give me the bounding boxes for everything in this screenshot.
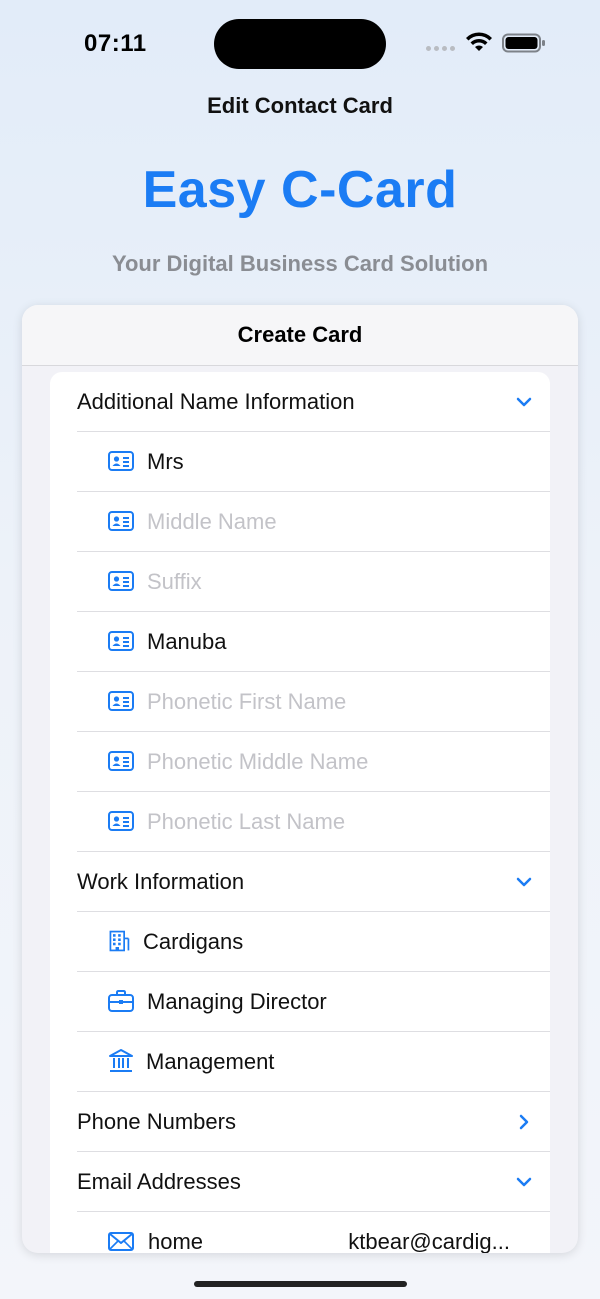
section-title: Email Addresses bbox=[77, 1169, 241, 1194]
field-phonetic-first-name[interactable]: Phonetic First Name bbox=[77, 672, 550, 732]
field-prefix[interactable]: Mrs bbox=[77, 432, 550, 492]
field-suffix[interactable]: Suffix bbox=[77, 552, 550, 612]
contact-card-icon bbox=[108, 511, 134, 531]
form-list[interactable]: Additional Name Information Mrs Middle N… bbox=[50, 372, 550, 1253]
app-brand-title: Easy C-Card bbox=[142, 161, 458, 219]
phonetic-last-placeholder: Phonetic Last Name bbox=[147, 809, 346, 834]
chevron-down-icon bbox=[516, 877, 532, 887]
section-work-information[interactable]: Work Information bbox=[77, 852, 550, 912]
contact-card-icon bbox=[108, 451, 134, 471]
section-phone-numbers[interactable]: Phone Numbers bbox=[77, 1092, 550, 1152]
contact-card-icon bbox=[108, 751, 134, 771]
briefcase-icon bbox=[108, 990, 134, 1012]
field-phonetic-last-name[interactable]: Phonetic Last Name bbox=[77, 792, 550, 852]
status-time: 07:11 bbox=[84, 30, 147, 57]
cellular-signal-icon bbox=[426, 46, 456, 52]
chevron-down-icon bbox=[516, 1177, 532, 1187]
email-row[interactable]: home ktbear@cardig... bbox=[77, 1212, 550, 1253]
field-middle-name[interactable]: Middle Name bbox=[77, 492, 550, 552]
section-title: Additional Name Information bbox=[77, 389, 355, 414]
field-nickname[interactable]: Manuba bbox=[77, 612, 550, 672]
contact-card-icon bbox=[108, 631, 134, 651]
chevron-down-icon bbox=[516, 397, 532, 407]
field-department[interactable]: Management bbox=[77, 1032, 550, 1092]
section-title: Work Information bbox=[77, 869, 245, 894]
create-card-sheet: Create Card Additional Name Information … bbox=[22, 305, 578, 1253]
wifi-icon bbox=[466, 32, 492, 51]
middle-name-placeholder: Middle Name bbox=[147, 509, 277, 534]
field-job-title[interactable]: Managing Director bbox=[77, 972, 550, 1032]
section-email-addresses[interactable]: Email Addresses bbox=[77, 1152, 550, 1212]
email-value: ktbear@cardig... bbox=[348, 1229, 510, 1253]
battery-icon bbox=[502, 33, 545, 53]
field-phonetic-middle-name[interactable]: Phonetic Middle Name bbox=[77, 732, 550, 792]
field-company[interactable]: Cardigans bbox=[77, 912, 550, 972]
dynamic-island bbox=[214, 19, 386, 69]
chevron-right-icon bbox=[519, 1114, 529, 1130]
status-bar: 07:11 bbox=[0, 0, 600, 88]
company-value: Cardigans bbox=[143, 929, 244, 954]
section-title: Phone Numbers bbox=[77, 1109, 236, 1134]
department-value: Management bbox=[146, 1049, 275, 1074]
nickname-value: Manuba bbox=[147, 629, 227, 654]
home-indicator[interactable] bbox=[194, 1281, 407, 1287]
nav-title: Edit Contact Card bbox=[207, 93, 393, 118]
contact-card-icon bbox=[108, 811, 134, 831]
app-tagline: Your Digital Business Card Solution bbox=[111, 251, 489, 276]
sheet-title: Create Card bbox=[237, 322, 363, 347]
phonetic-first-placeholder: Phonetic First Name bbox=[147, 689, 347, 714]
job-title-value: Managing Director bbox=[147, 989, 327, 1014]
building-icon bbox=[109, 930, 130, 952]
bank-building-icon bbox=[109, 1049, 133, 1072]
contact-card-icon bbox=[108, 691, 134, 711]
envelope-icon bbox=[108, 1232, 134, 1251]
contact-card-icon bbox=[108, 571, 134, 591]
email-label: home bbox=[148, 1229, 204, 1253]
suffix-placeholder: Suffix bbox=[147, 569, 202, 594]
prefix-value: Mrs bbox=[147, 449, 184, 474]
section-additional-name[interactable]: Additional Name Information bbox=[77, 372, 550, 432]
sheet-header: Create Card bbox=[22, 305, 578, 366]
phonetic-middle-placeholder: Phonetic Middle Name bbox=[147, 749, 369, 774]
